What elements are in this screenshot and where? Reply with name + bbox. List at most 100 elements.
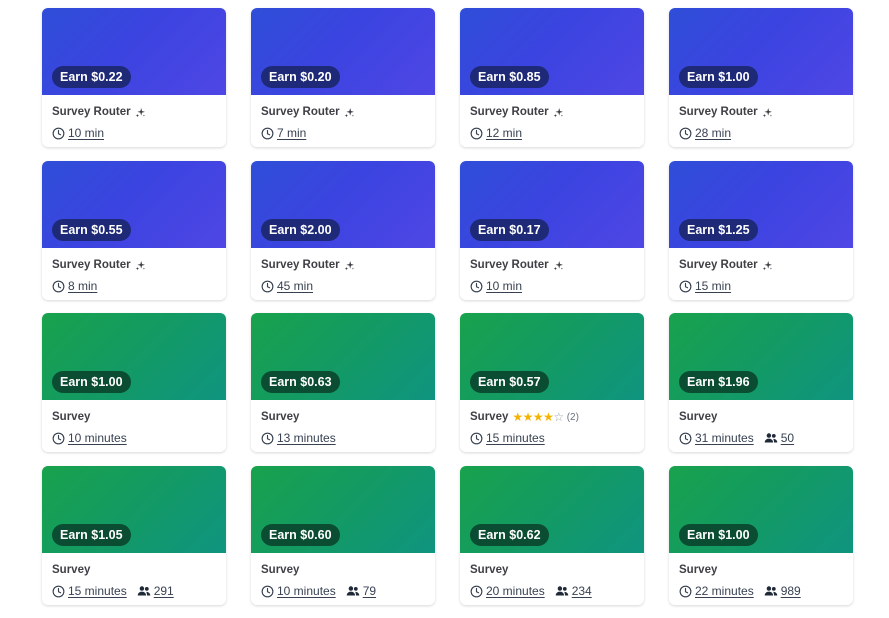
card-title: Survey Router bbox=[679, 259, 758, 271]
card-title: Survey Router bbox=[679, 106, 758, 118]
survey-card[interactable]: Earn $0.85 Survey Router 12 min bbox=[460, 8, 644, 147]
card-banner: Earn $0.60 bbox=[251, 466, 435, 553]
card-title: Survey bbox=[52, 564, 91, 576]
sparkle-icon bbox=[135, 107, 145, 117]
earn-badge: Earn $1.00 bbox=[679, 66, 758, 88]
card-title-row: Survey bbox=[52, 409, 216, 425]
card-banner: Earn $1.00 bbox=[42, 313, 226, 400]
participants-count: 989 bbox=[780, 584, 801, 598]
card-body: Survey 20 minutes 234 bbox=[460, 553, 644, 600]
earn-badge: Earn $0.20 bbox=[261, 66, 340, 88]
card-banner: Earn $0.55 bbox=[42, 161, 226, 248]
card-banner: Earn $2.00 bbox=[251, 161, 435, 248]
survey-card[interactable]: Earn $0.63 Survey 13 minutes bbox=[251, 313, 435, 452]
card-title-row: Survey bbox=[470, 562, 634, 578]
duration-label: 15 minutes bbox=[68, 584, 127, 598]
card-meta-row: 22 minutes 989 bbox=[679, 582, 843, 600]
card-title: Survey bbox=[52, 411, 91, 423]
card-body: Survey 13 minutes bbox=[251, 400, 435, 447]
survey-card[interactable]: Earn $1.05 Survey 15 minutes 291 bbox=[42, 466, 226, 605]
card-meta-row: 15 min bbox=[679, 277, 843, 295]
survey-grid: Earn $0.22 Survey Router 10 min Earn $0.20 S… bbox=[0, 0, 889, 618]
card-body: Survey Router 8 min bbox=[42, 248, 226, 295]
card-title: Survey bbox=[679, 411, 718, 423]
card-title-row: Survey bbox=[261, 562, 425, 578]
sparkle-icon bbox=[344, 107, 354, 117]
users-icon bbox=[346, 586, 360, 596]
card-meta-row: 20 minutes 234 bbox=[470, 582, 634, 600]
clock-icon bbox=[261, 280, 274, 292]
survey-card[interactable]: Earn $1.00 Survey 22 minutes 989 bbox=[669, 466, 853, 605]
survey-card[interactable]: Earn $0.62 Survey 20 minutes 234 bbox=[460, 466, 644, 605]
survey-card[interactable]: Earn $0.20 Survey Router 7 min bbox=[251, 8, 435, 147]
earn-badge: Earn $0.85 bbox=[470, 66, 549, 88]
survey-card[interactable]: Earn $1.00 Survey 10 minutes bbox=[42, 313, 226, 452]
card-title: Survey Router bbox=[261, 259, 340, 271]
card-meta-row: 13 minutes bbox=[261, 429, 425, 447]
card-title-row: Survey Router bbox=[470, 104, 634, 120]
clock-icon bbox=[261, 432, 274, 444]
clock-icon bbox=[470, 432, 483, 444]
star-icon: ★ bbox=[512, 410, 523, 424]
card-title: Survey bbox=[261, 564, 300, 576]
card-body: Survey ★ ★ ★ ★ ☆ (2) 15 minutes bbox=[460, 400, 644, 447]
survey-card[interactable]: Earn $0.22 Survey Router 10 min bbox=[42, 8, 226, 147]
earn-badge: Earn $0.63 bbox=[261, 371, 340, 393]
card-meta-row: 12 min bbox=[470, 124, 634, 142]
clock-icon bbox=[52, 432, 65, 444]
card-banner: Earn $1.00 bbox=[669, 466, 853, 553]
earn-badge: Earn $0.57 bbox=[470, 371, 549, 393]
survey-card[interactable]: Earn $1.96 Survey 31 minutes 50 bbox=[669, 313, 853, 452]
survey-card[interactable]: Earn $2.00 Survey Router 45 min bbox=[251, 161, 435, 300]
card-body: Survey Router 7 min bbox=[251, 95, 435, 142]
duration-label: 12 min bbox=[486, 126, 523, 140]
users-icon bbox=[764, 433, 778, 443]
card-banner: Earn $1.05 bbox=[42, 466, 226, 553]
users-icon bbox=[555, 586, 569, 596]
card-meta-row: 8 min bbox=[52, 277, 216, 295]
card-body: Survey Router 12 min bbox=[460, 95, 644, 142]
duration-label: 15 min bbox=[695, 279, 732, 293]
card-banner: Earn $0.22 bbox=[42, 8, 226, 95]
clock-icon bbox=[261, 585, 274, 597]
clock-icon bbox=[679, 585, 692, 597]
survey-card[interactable]: Earn $0.55 Survey Router 8 min bbox=[42, 161, 226, 300]
survey-card[interactable]: Earn $0.17 Survey Router 10 min bbox=[460, 161, 644, 300]
card-title: Survey Router bbox=[470, 106, 549, 118]
survey-card[interactable]: Earn $1.25 Survey Router 15 min bbox=[669, 161, 853, 300]
survey-card[interactable]: Earn $0.57 Survey ★ ★ ★ ★ ☆ (2) 15 minutes bbox=[460, 313, 644, 452]
card-body: Survey 10 minutes 79 bbox=[251, 553, 435, 600]
clock-icon bbox=[679, 432, 692, 444]
participants: 291 bbox=[137, 584, 174, 598]
participants-count: 50 bbox=[780, 431, 795, 445]
card-body: Survey Router 45 min bbox=[251, 248, 435, 295]
sparkle-icon bbox=[762, 260, 772, 270]
card-meta-row: 7 min bbox=[261, 124, 425, 142]
earn-badge: Earn $0.17 bbox=[470, 219, 549, 241]
card-title: Survey Router bbox=[52, 259, 131, 271]
card-banner: Earn $0.85 bbox=[460, 8, 644, 95]
participants: 234 bbox=[555, 584, 592, 598]
duration-label: 45 min bbox=[277, 279, 314, 293]
card-title: Survey bbox=[261, 411, 300, 423]
card-title-row: Survey bbox=[679, 562, 843, 578]
earn-badge: Earn $1.05 bbox=[52, 524, 131, 546]
clock-icon bbox=[470, 585, 483, 597]
clock-icon bbox=[52, 127, 65, 139]
card-title-row: Survey Router bbox=[261, 257, 425, 273]
earn-badge: Earn $0.22 bbox=[52, 66, 131, 88]
card-body: Survey 31 minutes 50 bbox=[669, 400, 853, 447]
clock-icon bbox=[679, 127, 692, 139]
star-outline-icon: ☆ bbox=[553, 410, 564, 424]
survey-card[interactable]: Earn $0.60 Survey 10 minutes 79 bbox=[251, 466, 435, 605]
star-icon: ★ bbox=[532, 410, 544, 424]
earn-badge: Earn $2.00 bbox=[261, 219, 340, 241]
duration-label: 15 minutes bbox=[486, 431, 545, 445]
card-banner: Earn $1.96 bbox=[669, 313, 853, 400]
survey-card[interactable]: Earn $1.00 Survey Router 28 min bbox=[669, 8, 853, 147]
card-meta-row: 31 minutes 50 bbox=[679, 429, 843, 447]
card-body: Survey 15 minutes 291 bbox=[42, 553, 226, 600]
card-title-row: Survey Router bbox=[679, 104, 843, 120]
earn-badge: Earn $1.96 bbox=[679, 371, 758, 393]
card-body: Survey Router 10 min bbox=[42, 95, 226, 142]
